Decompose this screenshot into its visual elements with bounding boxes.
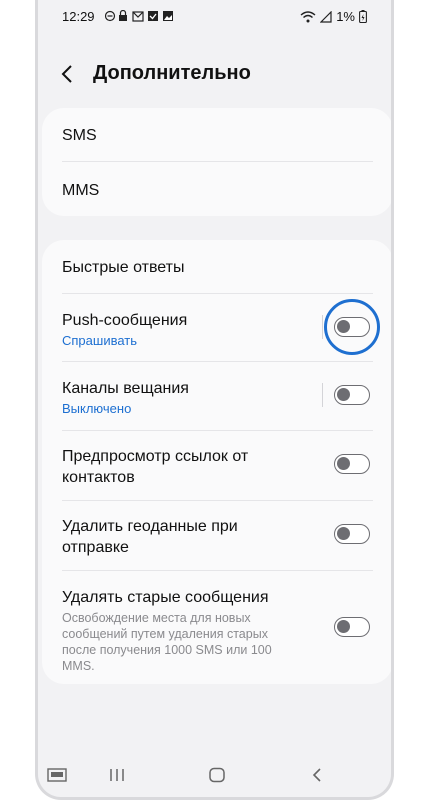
gmail-icon <box>132 11 144 22</box>
item-label: Удалить геоданные при отправке <box>62 518 238 556</box>
toggle-knob <box>337 527 350 540</box>
status-right: 1% <box>300 9 367 24</box>
list-item-broadcast-channels[interactable]: Каналы вещания Выключено <box>62 378 373 416</box>
toggle-knob <box>337 620 350 633</box>
back-button[interactable] <box>58 62 78 86</box>
item-label: MMS <box>62 182 100 199</box>
remove-location-toggle[interactable] <box>334 524 370 544</box>
toggle-knob <box>337 320 350 333</box>
divider <box>62 361 373 362</box>
item-label: Каналы вещания <box>62 380 189 397</box>
battery-icon <box>359 10 367 23</box>
phone-screen: 12:29 1% Дополнительно SMS MMS Быстрые о… <box>35 0 394 800</box>
recent-apps-icon[interactable] <box>108 767 126 783</box>
item-status: Выключено <box>62 401 132 416</box>
signal-icon <box>320 10 332 23</box>
home-icon[interactable] <box>208 767 226 783</box>
list-item-remove-location[interactable]: Удалить геоданные при отправке <box>62 516 292 558</box>
list-item-sms[interactable]: SMS <box>62 125 373 146</box>
navigation-bar <box>38 753 391 797</box>
divider <box>62 161 373 162</box>
notification-icons <box>105 10 173 22</box>
lock-icon <box>119 10 127 21</box>
battery-percent: 1% <box>336 9 355 24</box>
list-item-link-preview[interactable]: Предпросмотр ссылок от контактов <box>62 446 312 488</box>
divider <box>62 570 373 571</box>
vertical-separator <box>322 383 323 407</box>
divider <box>62 430 373 431</box>
wifi-icon <box>300 10 316 22</box>
toggle-knob <box>337 388 350 401</box>
link-preview-toggle[interactable] <box>334 454 370 474</box>
item-label: Быстрые ответы <box>62 259 185 276</box>
vertical-separator <box>322 315 323 339</box>
status-bar: 12:29 1% <box>38 0 391 32</box>
item-label: Предпросмотр ссылок от контактов <box>62 448 249 486</box>
item-label: Удалять старые сообщения <box>62 589 269 606</box>
status-time: 12:29 <box>62 9 95 24</box>
app-header: Дополнительно <box>38 52 391 96</box>
card-messages-type: SMS MMS <box>42 108 391 216</box>
list-item-delete-old-messages[interactable]: Удалять старые сообщения Освобождение ме… <box>62 587 373 674</box>
gallery-icon <box>163 11 173 21</box>
item-description: Освобождение места для новых сообщений п… <box>62 611 272 673</box>
push-messages-toggle[interactable] <box>334 317 370 337</box>
broadcast-channels-toggle[interactable] <box>334 385 370 405</box>
mail-check-icon <box>148 11 158 21</box>
page-title: Дополнительно <box>93 62 251 84</box>
toggle-knob <box>337 457 350 470</box>
divider <box>62 293 373 294</box>
dnd-icon <box>105 10 116 22</box>
keyboard-icon[interactable] <box>47 767 67 783</box>
divider <box>62 500 373 501</box>
item-label: SMS <box>62 127 97 144</box>
back-icon[interactable] <box>310 767 324 783</box>
list-item-quick-replies[interactable]: Быстрые ответы <box>62 257 373 278</box>
delete-old-messages-toggle[interactable] <box>334 617 370 637</box>
list-item-mms[interactable]: MMS <box>62 180 373 201</box>
chevron-left-icon <box>61 65 72 83</box>
card-settings: Быстрые ответы Push-сообщения Спрашивать… <box>42 240 391 684</box>
